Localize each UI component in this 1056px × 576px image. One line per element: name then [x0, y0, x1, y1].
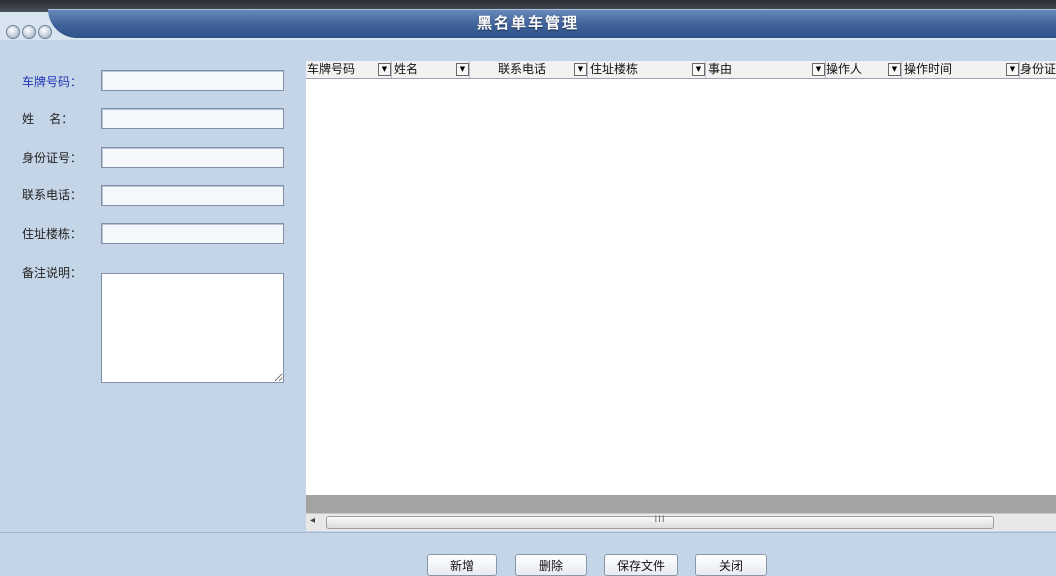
column-header-operation-time[interactable]: 操作时间	[904, 61, 952, 78]
title-bar: 黑名单车管理	[0, 0, 1056, 40]
blacklist-table[interactable]: 车牌号码 ▼ 姓名 ▼ 联系电话 ▼ 住址楼栋 ▼ 事由 ▼ 操作人 ▼ 操作时…	[306, 61, 1056, 495]
window-minimize-icon[interactable]	[22, 25, 36, 39]
column-filter-dropdown-icon[interactable]: ▼	[456, 63, 469, 76]
column-header-reason[interactable]: 事由	[708, 61, 732, 78]
memo-textarea[interactable]	[101, 273, 284, 383]
address-building-input[interactable]	[101, 223, 284, 244]
column-filter-dropdown-icon[interactable]: ▼	[1006, 63, 1019, 76]
phone-label: 联系电话：	[22, 188, 83, 202]
address-building-label: 住址楼栋：	[22, 227, 83, 241]
phone-input[interactable]	[101, 185, 284, 206]
column-separator	[469, 61, 470, 78]
table-header: 车牌号码 ▼ 姓名 ▼ 联系电话 ▼ 住址楼栋 ▼ 事由 ▼ 操作人 ▼ 操作时…	[306, 61, 1056, 79]
scrollbar-thumb[interactable]: III	[326, 515, 994, 529]
horizontal-scrollbar[interactable]: ◂ III	[306, 513, 1056, 531]
window-close-icon[interactable]	[6, 25, 20, 39]
name-input[interactable]	[101, 108, 284, 129]
scrollbar-grip-icon: III	[654, 515, 666, 525]
column-filter-dropdown-icon[interactable]: ▼	[888, 63, 901, 76]
name-label: 姓 名：	[22, 112, 74, 126]
window-title: 黑名单车管理	[476, 14, 579, 32]
scroll-left-arrow-icon[interactable]: ◂	[310, 515, 315, 526]
column-header-phone[interactable]: 联系电话	[498, 61, 546, 78]
column-header-name[interactable]: 姓名	[394, 61, 418, 78]
column-separator	[391, 61, 392, 78]
close-button[interactable]: 关闭	[695, 554, 767, 576]
column-header-operator[interactable]: 操作人	[826, 61, 862, 78]
delete-button[interactable]: 删除	[515, 554, 587, 576]
column-header-plate-number[interactable]: 车牌号码	[307, 61, 355, 78]
column-filter-dropdown-icon[interactable]: ▼	[574, 63, 587, 76]
column-separator	[901, 61, 902, 78]
column-header-id-number[interactable]: 身份证	[1020, 61, 1056, 78]
column-separator	[705, 61, 706, 78]
add-button[interactable]: 新增	[427, 554, 497, 576]
column-header-address-building[interactable]: 住址楼栋	[590, 61, 638, 78]
plate-number-input[interactable]	[101, 70, 284, 91]
column-filter-dropdown-icon[interactable]: ▼	[692, 63, 705, 76]
plate-number-label: 车牌号码：	[22, 75, 83, 89]
column-filter-dropdown-icon[interactable]: ▼	[378, 63, 391, 76]
table-empty-area	[306, 495, 1056, 513]
column-separator	[587, 61, 588, 78]
window-maximize-icon[interactable]	[38, 25, 52, 39]
column-filter-dropdown-icon[interactable]: ▼	[812, 63, 825, 76]
save-file-button[interactable]: 保存文件	[604, 554, 678, 576]
id-number-label: 身份证号：	[22, 151, 83, 165]
id-number-input[interactable]	[101, 147, 284, 168]
memo-label: 备注说明：	[22, 266, 83, 280]
